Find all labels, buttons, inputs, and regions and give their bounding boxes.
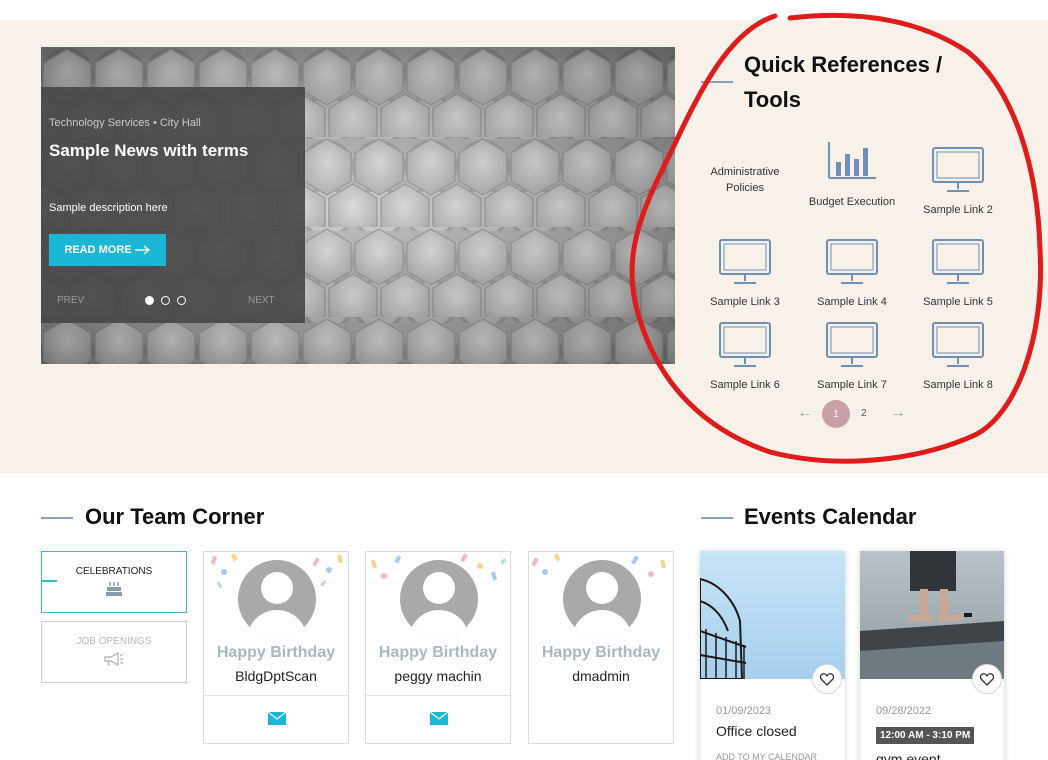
monitor-icon <box>932 147 984 192</box>
pager-page-1[interactable]: 1 <box>822 400 850 428</box>
monitor-icon <box>719 322 771 367</box>
divider <box>204 695 348 696</box>
quick-link-label: Sample Link 7 <box>817 379 887 391</box>
pager-prev-arrow-icon[interactable]: ← <box>797 404 813 422</box>
carousel-dot-3[interactable] <box>177 296 186 305</box>
birthday-name: BldgDptScan <box>235 668 317 684</box>
section-title-rule <box>41 517 73 519</box>
divider <box>366 695 510 696</box>
quick-link-label: Sample Link 2 <box>923 204 993 216</box>
carousel-prev[interactable]: PREV <box>57 295 84 306</box>
birthday-card: Happy Birthday peggy machin <box>365 551 511 744</box>
pager-next-arrow-icon[interactable]: → <box>890 404 906 422</box>
monitor-icon <box>719 239 771 284</box>
event-card[interactable]: 09/28/2022 12:00 AM - 3:10 PM gym event <box>860 551 1004 760</box>
monitor-icon <box>932 322 984 367</box>
quick-link-label: Sample Link 5 <box>923 296 993 308</box>
read-more-label: READ MORE <box>64 244 132 256</box>
section-title-rule <box>701 517 733 519</box>
carousel-dots <box>145 296 186 305</box>
tab-label: JOB OPENINGS <box>76 636 152 647</box>
events-calendar-title: Events Calendar <box>744 504 917 529</box>
monitor-icon <box>932 239 984 284</box>
section-title-rule <box>701 81 733 83</box>
team-corner-title: Our Team Corner <box>85 504 265 529</box>
tab-job-openings[interactable]: JOB OPENINGS <box>41 621 187 683</box>
birthday-name: dmadmin <box>572 668 630 684</box>
event-date: 09/28/2022 <box>876 705 932 717</box>
carousel-dot-2[interactable] <box>161 296 170 305</box>
event-image <box>860 551 1004 679</box>
quick-link-sample-8[interactable]: Sample Link 8 <box>905 321 1011 393</box>
quick-link-label: Sample Link 8 <box>923 379 993 391</box>
favorite-button[interactable] <box>972 664 1002 694</box>
birthday-name: peggy machin <box>394 668 482 684</box>
quick-link-sample-3[interactable]: Sample Link 3 <box>692 238 798 310</box>
heart-icon <box>980 672 994 686</box>
quick-link-sample-4[interactable]: Sample Link 4 <box>799 238 905 310</box>
add-to-calendar-link[interactable]: ADD TO MY CALENDAR <box>716 752 817 760</box>
read-more-button[interactable]: READ MORE <box>49 234 166 266</box>
carousel-dot-1[interactable] <box>145 296 154 305</box>
birthday-card: Happy Birthday dmadmin <box>528 551 674 744</box>
quick-link-sample-2[interactable]: Sample Link 2 <box>905 146 1011 218</box>
birthday-greeting: Happy Birthday <box>541 644 661 661</box>
quick-link-budget-execution[interactable]: Budget Execution <box>799 140 905 210</box>
news-title[interactable]: Sample News with terms <box>49 141 248 161</box>
quick-link-administrative-policies[interactable]: Administrative Policies <box>692 164 798 196</box>
quick-link-label: Sample Link 3 <box>710 296 780 308</box>
quick-link-label: Budget Execution <box>808 196 896 208</box>
arrow-right-icon <box>134 245 150 255</box>
monitor-icon <box>826 239 878 284</box>
event-title[interactable]: Office closed <box>716 723 797 739</box>
news-card: Technology Services • City Hall Sample N… <box>41 87 305 323</box>
news-category: Technology Services • City Hall <box>49 117 201 129</box>
news-description: Sample description here <box>49 202 168 214</box>
quick-link-sample-5[interactable]: Sample Link 5 <box>905 238 1011 310</box>
event-time-badge: 12:00 AM - 3:10 PM <box>876 727 975 744</box>
birthday-greeting: Happy Birthday <box>378 644 498 661</box>
mail-icon[interactable] <box>430 712 448 725</box>
carousel-next[interactable]: NEXT <box>248 295 275 306</box>
event-date: 01/09/2023 <box>716 705 772 717</box>
tab-label: CELEBRATIONS <box>75 566 153 577</box>
monitor-icon <box>826 322 878 367</box>
event-title[interactable]: gym event <box>876 751 941 760</box>
cake-icon <box>106 582 122 596</box>
mail-icon[interactable] <box>268 712 286 725</box>
quick-link-label: Sample Link 6 <box>710 379 780 391</box>
avatar <box>563 560 641 638</box>
favorite-button[interactable] <box>812 664 842 694</box>
birthday-card: Happy Birthday BldgDptScan <box>203 551 349 744</box>
active-tab-indicator <box>41 580 57 582</box>
event-card[interactable]: 01/09/2023 Office closed ADD TO MY CALEN… <box>700 551 845 760</box>
heart-icon <box>820 672 834 686</box>
quick-references-grid: Administrative Policies Budget Execution… <box>692 138 1012 398</box>
avatar <box>238 560 316 638</box>
quick-references-title: Quick References / Tools <box>744 52 943 112</box>
quick-link-sample-7[interactable]: Sample Link 7 <box>799 321 905 393</box>
tab-celebrations[interactable]: CELEBRATIONS <box>41 551 187 613</box>
bar-chart-icon <box>828 142 876 179</box>
quick-link-label: Administrative Policies <box>710 166 780 194</box>
megaphone-icon <box>104 651 124 667</box>
birthday-greeting: Happy Birthday <box>216 644 336 661</box>
page: Technology Services • City Hall Sample N… <box>0 0 1048 760</box>
avatar <box>400 560 478 638</box>
quick-link-sample-6[interactable]: Sample Link 6 <box>692 321 798 393</box>
quick-link-label: Sample Link 4 <box>817 296 887 308</box>
event-image <box>700 551 845 679</box>
pager-page-2[interactable]: 2 <box>861 408 867 419</box>
quick-references-pager: ← 1 2 → <box>797 400 909 428</box>
news-carousel[interactable]: Technology Services • City Hall Sample N… <box>41 47 675 364</box>
